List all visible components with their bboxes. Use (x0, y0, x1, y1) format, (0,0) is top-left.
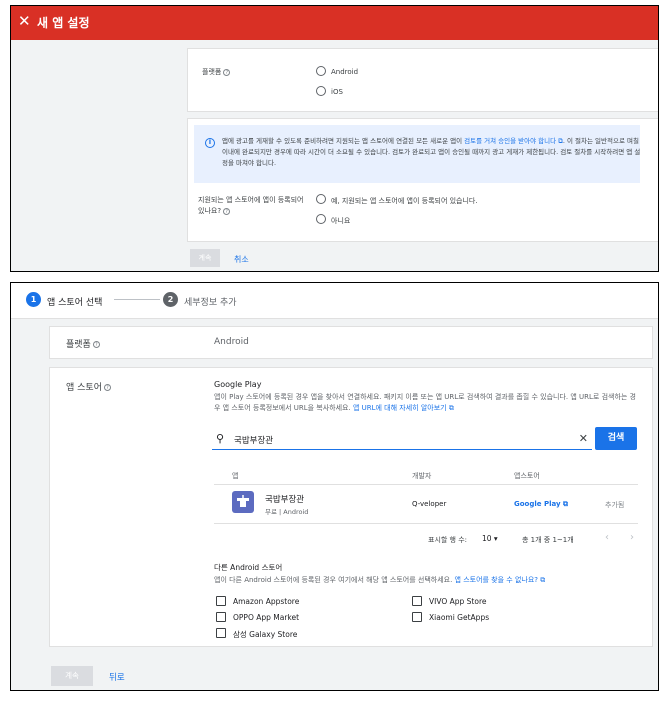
search-button[interactable]: 검색 (595, 427, 637, 450)
radio-no[interactable] (316, 214, 326, 224)
external-link-icon: ⧉ (560, 500, 568, 508)
step-2-indicator: 2 (163, 292, 178, 307)
new-app-setup-panel: ✕ 새 앱 설정 플랫폼? Android iOS i 앱에 광고를 게재할 수… (10, 5, 659, 272)
store-amazon-label: Amazon Appstore (233, 597, 300, 606)
store-description: 앱이 Play 스토어에 등록된 경우 앱을 찾아서 연결하세요. 패키지 이름… (214, 393, 636, 412)
other-stores-title: 다른 Android 스토어 (214, 563, 283, 572)
option-android-label: Android (331, 68, 359, 76)
appstore-label: 앱 스토어? (66, 380, 111, 393)
developer-name: Q-veloper (412, 500, 447, 508)
checkbox-xiaomi[interactable] (412, 612, 422, 622)
back-button[interactable]: 뒤로 (109, 671, 125, 683)
store-question-card: i 앱에 광고를 게재할 수 있도록 준비하려면 지원되는 앱 스토어에 연결된… (187, 118, 658, 242)
app-sub: 무료 | Android (265, 508, 309, 516)
page-range: 총 1개 중 1~1개 (522, 536, 574, 544)
store-oppo-label: OPPO App Market (233, 613, 300, 622)
checkbox-amazon[interactable] (216, 596, 226, 606)
external-link-icon: ⧉ (556, 137, 563, 145)
divider (214, 484, 638, 485)
app-name: 국밥부장관 (265, 495, 305, 505)
column-header-app: 앱 (232, 472, 239, 480)
help-icon[interactable]: ? (223, 68, 231, 76)
content-area: 플랫폼? Android 앱 스토어? Google Play 앱이 Play … (11, 319, 658, 690)
continue-button[interactable]: 계속 (51, 666, 93, 686)
info-text: 앱에 광고를 게재할 수 있도록 준비하려면 지원되는 앱 스토어에 연결된 모… (222, 137, 641, 167)
store-not-found-link[interactable]: 앱 스토어를 찾을 수 없나요? (455, 576, 538, 584)
google-play-link[interactable]: Google Play ⧉ (514, 500, 568, 509)
platform-card: 플랫폼? Android iOS (187, 48, 658, 112)
checkbox-vivo[interactable] (412, 596, 422, 606)
step-1-label: 앱 스토어 선택 (47, 298, 103, 308)
appstore-card: 앱 스토어? Google Play 앱이 Play 스토어에 등록된 경우 앱… (49, 367, 653, 647)
app-url-help-link[interactable]: 앱 URL에 대해 자세히 알아보기 (353, 404, 447, 412)
search-icon: ⚲ (216, 432, 225, 445)
info-icon: i (205, 138, 215, 148)
rows-per-page-label: 표시할 행 수: (428, 536, 468, 544)
answer-yes-label: 예, 지원되는 앱 스토어에 앱이 등록되어 있습니다. (331, 197, 478, 205)
divider (214, 523, 638, 524)
platform-label: 플랫폼? (66, 337, 100, 350)
help-icon[interactable]: ? (103, 384, 111, 391)
stepper: 1 앱 스토어 선택 2 세부정보 추가 (11, 283, 658, 319)
column-header-developer: 개발자 (412, 472, 432, 480)
search-value: 국밥부장관 (234, 436, 274, 446)
app-store-select-panel: 1 앱 스토어 선택 2 세부정보 추가 플랫폼? Android 앱 스토어?… (10, 282, 659, 691)
external-link-icon: ⧉ (538, 576, 546, 584)
radio-android[interactable] (316, 66, 326, 76)
dialog-title: 새 앱 설정 (37, 16, 90, 30)
prev-page-icon[interactable]: ‹ (605, 532, 609, 543)
step-connector (114, 299, 160, 300)
radio-yes[interactable] (316, 194, 326, 204)
platform-label: 플랫폼? (202, 67, 231, 77)
rows-per-page-select[interactable]: 10 ▾ (482, 534, 498, 543)
question-label: 지원되는 앱 스토어에 앱이 등록되어 있나요?? (198, 196, 304, 215)
dropdown-arrow-icon: ▾ (491, 534, 498, 543)
column-header-store: 앱스토어 (514, 472, 540, 480)
app-icon (232, 491, 254, 513)
next-page-icon[interactable]: › (630, 532, 634, 543)
added-status: 추가됨 (605, 501, 625, 509)
store-xiaomi-label: Xiaomi GetApps (429, 613, 490, 622)
external-link-icon: ⧉ (446, 404, 454, 412)
platform-card: 플랫폼? Android (49, 326, 653, 359)
radio-ios[interactable] (316, 86, 326, 96)
step-2-label: 세부정보 추가 (184, 298, 237, 308)
cancel-button[interactable]: 취소 (234, 254, 249, 265)
other-stores-desc: 앱이 다른 Android 스토어에 등록된 경우 여기에서 해당 앱 스토어를… (214, 576, 546, 584)
help-icon[interactable]: ? (223, 207, 231, 215)
continue-button[interactable]: 계속 (190, 249, 220, 267)
google-play-title: Google Play (214, 380, 262, 389)
header-bar: ✕ 새 앱 설정 (11, 6, 658, 40)
search-input[interactable]: ⚲ 국밥부장관 ✕ (212, 430, 592, 450)
clear-icon[interactable]: ✕ (579, 432, 588, 445)
step-1-indicator: 1 (26, 292, 41, 307)
close-icon[interactable]: ✕ (18, 12, 31, 30)
option-ios-label: iOS (331, 88, 343, 96)
store-vivo-label: VIVO App Store (429, 597, 487, 606)
info-box: i 앱에 광고를 게재할 수 있도록 준비하려면 지원되는 앱 스토어에 연결된… (194, 125, 640, 183)
checkbox-oppo[interactable] (216, 612, 226, 622)
platform-value: Android (214, 337, 249, 347)
store-samsung-label: 삼성 Galaxy Store (233, 630, 298, 639)
answer-no-label: 아니요 (331, 217, 351, 225)
content-area: 플랫폼? Android iOS i 앱에 광고를 게재할 수 있도록 준비하려… (11, 40, 658, 271)
help-icon[interactable]: ? (92, 341, 100, 348)
review-link[interactable]: 검토를 거쳐 승인을 받아야 합니다 (464, 137, 556, 145)
checkbox-samsung[interactable] (216, 628, 226, 638)
